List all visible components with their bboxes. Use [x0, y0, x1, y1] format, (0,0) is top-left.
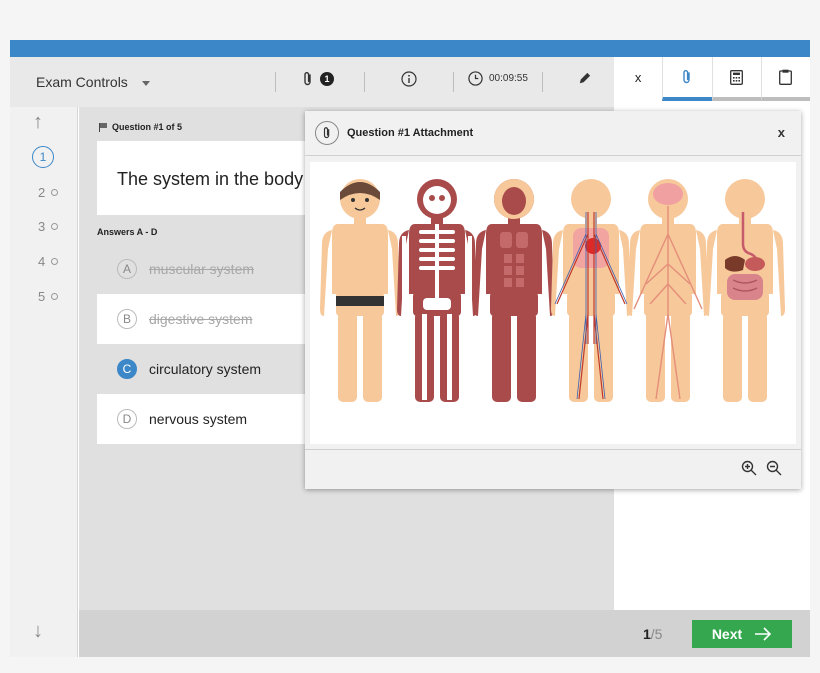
answer-option-c[interactable]: C circulatory system — [97, 344, 317, 394]
exam-controls-label: Exam Controls — [36, 74, 128, 90]
answer-letter: D — [117, 409, 137, 429]
answer-letter: B — [117, 309, 137, 329]
clipboard-icon — [779, 69, 793, 85]
question-number: 2 — [38, 185, 46, 200]
answer-option-b[interactable]: B digestive system — [97, 294, 317, 344]
tab-close-panel[interactable]: x — [614, 57, 663, 101]
question-stem: The system in the body — [97, 141, 317, 215]
question-header: Question #1 of 5 — [99, 122, 182, 132]
question-nav-1[interactable]: 1 — [32, 146, 54, 168]
pencil-icon — [579, 72, 591, 84]
attachments-button[interactable]: 1 — [302, 71, 334, 87]
toolbar-divider — [453, 72, 454, 92]
close-dialog-button[interactable]: x — [778, 125, 785, 140]
exam-toolbar: Exam Controls 1 00:09:55 — [10, 57, 614, 107]
paperclip-icon — [683, 70, 691, 84]
answers-label: Answers A - D — [97, 227, 158, 237]
clock-icon — [468, 71, 483, 86]
zoom-out-icon[interactable] — [766, 460, 782, 476]
unanswered-dot-icon — [51, 223, 59, 230]
exam-app: Exam Controls 1 00:09:55 x ↑ 1 2 3 4 5 Q… — [10, 40, 810, 657]
highlighter-button[interactable] — [577, 71, 592, 86]
attachment-title: Question #1 Attachment — [347, 127, 474, 139]
unanswered-dot-icon — [51, 293, 59, 300]
figure-skin — [320, 179, 400, 402]
page-total: /5 — [650, 626, 663, 642]
attachment-dialog-header: Question #1 Attachment — [305, 111, 801, 156]
question-nav-3[interactable]: 3 — [38, 219, 59, 234]
question-number: 1 — [32, 146, 54, 168]
figure-nervous — [628, 179, 708, 402]
timer[interactable]: 00:09:55 — [468, 71, 528, 86]
exam-footer: 1/5 Next — [79, 610, 810, 657]
unanswered-dot-icon — [51, 189, 59, 196]
attachment-image — [310, 162, 796, 444]
figure-digestive — [705, 179, 785, 402]
next-label: Next — [711, 626, 743, 642]
arrow-right-icon — [755, 627, 772, 641]
arrow-up-icon[interactable]: ↑ — [33, 111, 43, 134]
page-current: 1 — [643, 626, 651, 642]
info-button[interactable] — [401, 71, 417, 87]
attachment-dialog: Question #1 Attachment x — [305, 111, 801, 489]
question-nav-2[interactable]: 2 — [38, 185, 59, 200]
timer-value: 00:09:55 — [489, 73, 528, 84]
answer-text: circulatory system — [149, 361, 262, 377]
arrow-down-icon[interactable]: ↓ — [33, 620, 43, 643]
toolbar-divider — [275, 72, 276, 92]
caret-down-icon — [141, 80, 150, 86]
answer-option-a[interactable]: A muscular system — [97, 244, 317, 294]
top-accent-bar — [10, 40, 810, 57]
figure-skeletal — [397, 179, 477, 402]
question-header-text: Question #1 of 5 — [112, 122, 183, 132]
answer-text: digestive system — [149, 311, 253, 327]
unanswered-dot-icon — [51, 258, 59, 265]
info-icon — [401, 71, 417, 87]
tab-notes[interactable] — [760, 57, 810, 101]
figure-circulatory — [551, 179, 631, 402]
close-icon: x — [634, 69, 642, 85]
calculator-icon — [730, 69, 744, 85]
question-number: 4 — [38, 254, 46, 269]
body-systems-illustration — [320, 179, 785, 402]
tab-attachments[interactable] — [662, 57, 712, 101]
toolbar-divider — [542, 72, 543, 92]
answer-letter: C — [117, 359, 137, 379]
answer-option-d[interactable]: D nervous system — [97, 394, 317, 444]
next-button[interactable]: Next — [692, 620, 792, 648]
question-nav-5[interactable]: 5 — [38, 289, 59, 304]
side-panel-tabs: x — [614, 57, 810, 101]
attachment-count-badge: 1 — [320, 72, 334, 86]
exam-controls-menu[interactable]: Exam Controls — [36, 74, 150, 90]
paperclip-icon — [304, 72, 311, 86]
figure-muscular — [474, 179, 554, 402]
question-nav-4[interactable]: 4 — [38, 254, 59, 269]
paperclip-icon — [315, 121, 339, 145]
question-navigator: ↑ 1 2 3 4 5 — [10, 107, 78, 657]
attachment-dialog-footer — [305, 449, 801, 489]
flag-icon[interactable] — [99, 122, 108, 132]
question-number: 3 — [38, 219, 46, 234]
answer-text: nervous system — [149, 411, 248, 427]
answer-letter: A — [117, 259, 137, 279]
answer-text: muscular system — [149, 261, 255, 277]
toolbar-divider — [364, 72, 365, 92]
question-number: 5 — [38, 289, 46, 304]
zoom-in-icon[interactable] — [741, 460, 757, 476]
tab-calculator[interactable] — [711, 57, 761, 101]
page-indicator: 1/5 — [643, 626, 662, 642]
